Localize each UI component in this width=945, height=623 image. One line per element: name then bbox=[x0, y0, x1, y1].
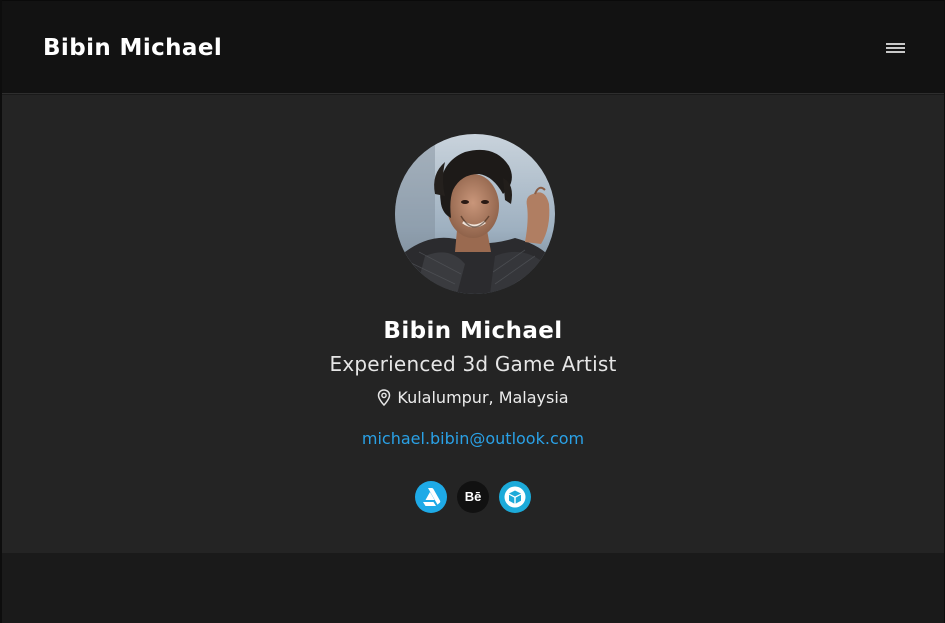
email-link[interactable]: michael.bibin@outlook.com bbox=[2, 428, 944, 450]
avatar bbox=[395, 134, 555, 294]
profile-location: Kulalumpur, Malaysia bbox=[2, 387, 944, 409]
brand-title[interactable]: Bibin Michael bbox=[43, 34, 222, 62]
map-pin-icon bbox=[378, 389, 391, 406]
profile-section: Bibin Michael Experienced 3d Game Artist… bbox=[2, 95, 944, 553]
sketchfab-icon[interactable] bbox=[499, 481, 531, 513]
menu-line bbox=[886, 47, 905, 49]
page: Bibin Michael Bibin Michael Experienced … bbox=[0, 0, 945, 623]
profile-photo bbox=[395, 134, 555, 294]
menu-line bbox=[886, 43, 905, 45]
menu-line bbox=[886, 51, 905, 53]
artstation-icon[interactable] bbox=[415, 481, 447, 513]
location-text: Kulalumpur, Malaysia bbox=[397, 388, 569, 407]
profile-title: Experienced 3d Game Artist bbox=[329, 352, 617, 376]
social-links: Bē bbox=[2, 481, 944, 513]
profile-name: Bibin Michael bbox=[383, 318, 563, 344]
site-header: Bibin Michael bbox=[2, 0, 944, 94]
hamburger-menu-icon[interactable] bbox=[882, 38, 908, 58]
behance-icon[interactable]: Bē bbox=[457, 481, 489, 513]
